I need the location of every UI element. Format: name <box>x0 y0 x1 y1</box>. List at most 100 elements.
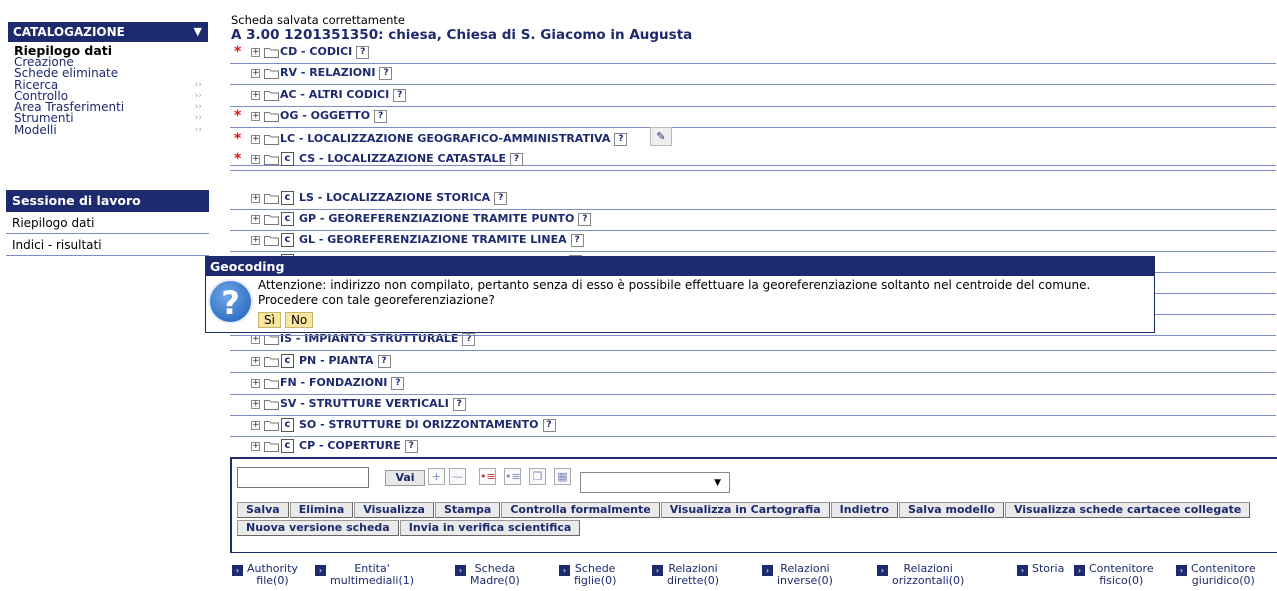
help-icon[interactable]: ? <box>393 88 407 102</box>
expand-icon[interactable]: + <box>251 421 260 430</box>
toolbar-button[interactable]: Controlla formalmente <box>501 502 660 518</box>
section-label-text: SO - STRUTTURE DI ORIZZONTAMENTO <box>299 418 539 431</box>
expand-icon[interactable]: + <box>251 335 260 344</box>
go-button[interactable]: Vai <box>385 470 425 486</box>
expand-icon[interactable]: + <box>251 379 260 388</box>
catalog-nav-title: CATALOGAZIONE <box>13 25 125 39</box>
grid-icon[interactable]: ▦ <box>554 468 571 485</box>
help-icon[interactable]: ? <box>377 354 391 368</box>
link-icon[interactable]: c <box>281 439 294 453</box>
section-row[interactable]: * + CD - CODICI? <box>230 42 1276 64</box>
no-button[interactable]: No <box>284 312 314 328</box>
expand-icon[interactable]: + <box>251 155 260 164</box>
link-icon[interactable]: c <box>281 354 294 368</box>
section-label: LC - LOCALIZZAZIONE GEOGRAFICO-AMMINISTR… <box>280 132 628 146</box>
record-title: A 3.00 1201351350: chiesa, Chiesa di S. … <box>231 27 693 43</box>
arrow-right-icon: › <box>652 565 663 576</box>
section-row[interactable]: + SV - STRUTTURE VERTICALI? <box>230 394 1276 416</box>
arrow-right-icon: › <box>1176 565 1187 576</box>
help-icon[interactable]: ? <box>379 66 393 80</box>
expand-icon[interactable]: + <box>251 442 260 451</box>
copy-icon[interactable]: ❐ <box>529 468 546 485</box>
section-row[interactable]: + RV - RELAZIONI? <box>230 63 1276 85</box>
section-row[interactable]: + c LS - LOCALIZZAZIONE STORICA? <box>230 188 1276 210</box>
help-icon[interactable]: ? <box>542 418 556 432</box>
toolbar-button[interactable]: Nuova versione scheda <box>237 520 399 536</box>
expand-icon[interactable]: + <box>251 91 260 100</box>
expand-icon[interactable]: + <box>251 135 260 144</box>
arrow-right-icon: › <box>1074 565 1085 576</box>
section-row[interactable]: + c GP - GEOREFERENZIAZIONE TRAMITE PUNTO? <box>230 209 1276 231</box>
toolbar-button[interactable]: Stampa <box>434 502 501 518</box>
help-icon[interactable]: ? <box>494 191 508 205</box>
menu-item-modelli[interactable]: Modelli ›› <box>14 124 208 136</box>
chevron-right-icon: ›› <box>194 79 202 90</box>
expand-icon[interactable]: + <box>251 112 260 121</box>
help-icon[interactable]: ? <box>391 376 405 390</box>
help-icon[interactable]: ? <box>404 439 418 453</box>
chevron-right-icon: ›› <box>194 102 202 113</box>
help-icon[interactable]: ? <box>374 109 388 123</box>
link-icon[interactable]: c <box>281 212 294 226</box>
section-label: GP - GEOREFERENZIAZIONE TRAMITE PUNTO? <box>299 212 592 226</box>
section-row[interactable]: + c CP - COPERTURE? <box>230 436 1276 458</box>
section-row[interactable]: * + c CS - LOCALIZZAZIONE CATASTALE? <box>230 149 1276 171</box>
expand-icon[interactable]: + <box>251 215 260 224</box>
session-header: Sessione di lavoro <box>6 190 209 212</box>
help-icon[interactable]: ? <box>578 212 592 226</box>
remove-icon[interactable]: — <box>449 468 466 485</box>
chevron-right-icon: ›› <box>194 124 202 135</box>
toolbar-button[interactable]: Salva modello <box>898 502 1004 518</box>
help-icon[interactable]: ? <box>570 233 584 247</box>
expand-icon[interactable]: + <box>251 357 260 366</box>
toolbar-button[interactable]: Salva <box>237 502 289 518</box>
list-blue-icon[interactable]: •≡ <box>504 468 521 485</box>
toolbar-button[interactable]: Visualizza schede cartacee collegate <box>1004 502 1251 518</box>
session-item-indici[interactable]: Indici - risultati <box>6 234 209 256</box>
expand-icon[interactable]: + <box>251 48 260 57</box>
list-red-icon[interactable]: •≡ <box>479 468 496 485</box>
section-row[interactable]: + FN - FONDAZIONI? <box>230 373 1276 395</box>
related-link-label: Contenitore fisico(0) <box>1089 563 1154 587</box>
toolbar-button[interactable]: Invia in verifica scientifica <box>399 520 581 536</box>
folder-icon <box>264 421 279 431</box>
goto-input[interactable] <box>237 467 369 488</box>
section-row[interactable]: + c SO - STRUTTURE DI ORIZZONTAMENTO? <box>230 415 1276 437</box>
help-icon[interactable]: ? <box>452 397 466 411</box>
section-label-text: GP - GEOREFERENZIAZIONE TRAMITE PUNTO <box>299 212 575 225</box>
toolbar-button[interactable]: Visualizza <box>354 502 434 518</box>
section-row[interactable]: * + OG - OGGETTO? <box>230 106 1276 128</box>
folder-icon <box>264 400 279 410</box>
toolbar-button[interactable]: Elimina <box>289 502 354 518</box>
toolbar-button[interactable]: Visualizza in Cartografia <box>660 502 830 518</box>
section-label-text: GL - GEOREFERENZIAZIONE TRAMITE LINEA <box>299 233 567 246</box>
link-icon[interactable]: c <box>281 233 294 247</box>
help-icon[interactable]: ? <box>356 45 370 59</box>
yes-button[interactable]: Sì <box>258 312 281 328</box>
help-icon[interactable]: ? <box>510 152 524 166</box>
caret-down-icon[interactable]: ▼ <box>194 22 202 42</box>
section-row[interactable]: + c PN - PIANTA? <box>230 351 1276 373</box>
expand-icon[interactable]: + <box>251 236 260 245</box>
expand-icon[interactable]: + <box>251 400 260 409</box>
link-icon[interactable]: c <box>281 152 294 166</box>
add-icon[interactable]: + <box>428 468 445 485</box>
section-row[interactable]: + c GL - GEOREFERENZIAZIONE TRAMITE LINEA? <box>230 230 1276 252</box>
expand-icon[interactable]: + <box>251 194 260 203</box>
section-label: OG - OGGETTO? <box>280 109 388 123</box>
link-icon[interactable]: c <box>281 191 294 205</box>
link-icon[interactable]: c <box>281 418 294 432</box>
help-icon[interactable]: ? <box>614 132 628 146</box>
catalog-nav-header[interactable]: CATALOGAZIONE ▼ <box>8 22 208 42</box>
related-link-label: Scheda Madre(0) <box>470 563 520 587</box>
session-item-riepilogo[interactable]: Riepilogo dati <box>6 212 209 234</box>
toolbar-button[interactable]: Indietro <box>830 502 898 518</box>
map-edit-icon[interactable]: ✎ <box>650 127 672 146</box>
required-marker: * <box>234 151 242 167</box>
section-row[interactable]: + AC - ALTRI CODICI? <box>230 85 1276 107</box>
section-label: GL - GEOREFERENZIAZIONE TRAMITE LINEA? <box>299 233 584 247</box>
expand-icon[interactable]: + <box>251 69 260 78</box>
section-label: AC - ALTRI CODICI? <box>280 88 407 102</box>
geocoding-dialog: Geocoding ? Attenzione: indirizzo non co… <box>205 256 1155 333</box>
action-select[interactable]: ▼ <box>580 472 730 493</box>
